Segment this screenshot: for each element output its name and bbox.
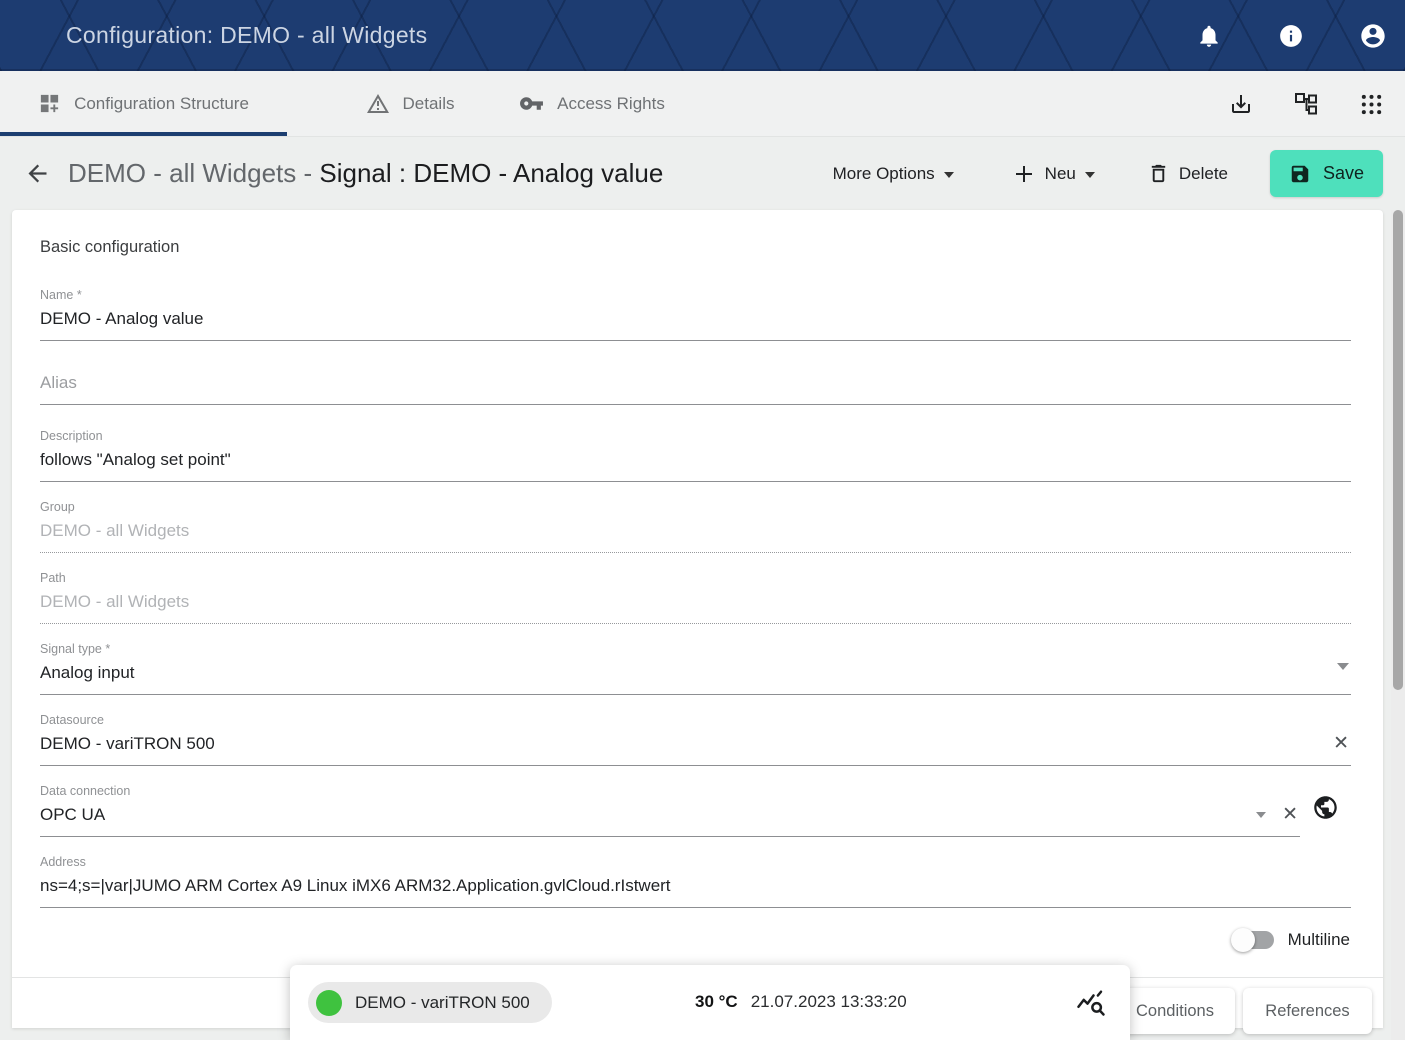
reading-timestamp: 21.07.2023 13:33:20 [751, 992, 907, 1012]
chevron-down-icon [1085, 172, 1095, 178]
configuration-form-card: Basic configuration Name * DEMO - Analog… [12, 210, 1383, 1028]
save-button[interactable]: Save [1270, 150, 1383, 197]
tab-configuration-structure[interactable]: Configuration Structure [0, 71, 287, 136]
tab-label: Access Rights [557, 94, 665, 114]
temperature-value: 30 °C [695, 992, 738, 1012]
breadcrumb-current: Signal : DEMO - Analog value [319, 158, 663, 188]
bell-icon[interactable] [1195, 22, 1223, 50]
description-field: Description follows "Analog set point" [40, 429, 1351, 482]
multiline-row: Multiline [1234, 930, 1350, 950]
section-title: Basic configuration [40, 238, 179, 257]
alias-input[interactable]: Alias [40, 373, 1351, 393]
conditions-button[interactable]: Conditions [1115, 988, 1235, 1034]
data-connection-select[interactable]: OPC UA [40, 805, 1300, 825]
info-icon[interactable] [1277, 22, 1305, 50]
back-arrow-icon[interactable] [22, 159, 52, 189]
page-title: DEMO - all Widgets - Signal : DEMO - Ana… [68, 158, 663, 189]
tab-label: Details [403, 94, 455, 114]
multiline-label: Multiline [1288, 930, 1350, 950]
address-field-label: Address [40, 855, 1351, 869]
delete-button[interactable]: Delete [1147, 162, 1228, 185]
scrollbar-thumb[interactable] [1393, 210, 1403, 690]
data-connection-field: Data connection OPC UA ✕ [40, 784, 1300, 837]
data-connection-field-label: Data connection [40, 784, 1300, 798]
query-stats-icon[interactable] [1076, 988, 1106, 1018]
trash-icon [1147, 162, 1170, 185]
signal-type-field: Signal type * Analog input [40, 642, 1351, 695]
signal-type-select[interactable]: Analog input [40, 663, 1351, 683]
more-options-button[interactable]: More Options [833, 164, 954, 184]
clear-x-icon[interactable]: ✕ [1282, 805, 1298, 824]
path-field-label: Path [40, 571, 1351, 585]
app-header-actions [1195, 0, 1387, 71]
path-field: Path DEMO - all Widgets [40, 571, 1351, 624]
save-button-label: Save [1323, 163, 1364, 184]
name-input[interactable]: DEMO - Analog value [40, 309, 1351, 329]
description-input[interactable]: follows "Analog set point" [40, 450, 1351, 470]
chevron-down-icon [944, 172, 954, 178]
tab-bar-actions [1227, 71, 1385, 137]
hierarchy-icon[interactable] [1292, 90, 1320, 118]
status-dot [316, 990, 342, 1016]
address-input[interactable]: ns=4;s=|var|JUMO ARM Cortex A9 Linux iMX… [40, 876, 1351, 896]
save-floppy-icon [1289, 163, 1311, 185]
multiline-toggle[interactable] [1234, 931, 1274, 949]
toggle-knob [1231, 928, 1255, 952]
alias-field: Alias [40, 373, 1351, 405]
description-field-label: Description [40, 429, 1351, 443]
clear-x-icon[interactable]: ✕ [1333, 734, 1349, 753]
key-icon [519, 91, 544, 116]
name-field-label: Name * [40, 288, 1351, 302]
group-field: Group DEMO - all Widgets [40, 500, 1351, 553]
device-status-chip[interactable]: DEMO - variTRON 500 [308, 982, 552, 1023]
signal-type-field-label: Signal type * [40, 642, 1351, 656]
dashboard-customize-icon [38, 92, 61, 115]
dropdown-caret-icon[interactable] [1337, 663, 1349, 670]
device-name: DEMO - variTRON 500 [355, 993, 530, 1013]
app-title: Configuration: DEMO - all Widgets [66, 22, 427, 49]
tab-access-rights[interactable]: Access Rights [517, 71, 667, 136]
tab-bar: Configuration Structure Details Access R… [0, 71, 1405, 137]
device-status-popup: DEMO - variTRON 500 30 °C 21.07.2023 13:… [290, 965, 1130, 1040]
group-input: DEMO - all Widgets [40, 521, 1351, 541]
datasource-field: Datasource DEMO - variTRON 500 ✕ [40, 713, 1351, 766]
tab-details[interactable]: Details [345, 71, 475, 136]
account-icon[interactable] [1359, 22, 1387, 50]
title-row: DEMO - all Widgets - Signal : DEMO - Ana… [0, 137, 1405, 210]
globe-icon[interactable] [1312, 794, 1339, 821]
download-icon[interactable] [1227, 90, 1255, 118]
warning-triangle-icon [366, 92, 390, 116]
app-header: Configuration: DEMO - all Widgets [0, 0, 1405, 71]
tab-label: Configuration Structure [74, 94, 249, 114]
group-field-label: Group [40, 500, 1351, 514]
more-options-label: More Options [833, 164, 935, 184]
new-button[interactable]: Neu [1012, 162, 1095, 186]
address-field: Address ns=4;s=|var|JUMO ARM Cortex A9 L… [40, 855, 1351, 908]
datasource-field-label: Datasource [40, 713, 1351, 727]
path-input: DEMO - all Widgets [40, 592, 1351, 612]
breadcrumb-prefix: DEMO - all Widgets - [68, 158, 319, 188]
device-reading: 30 °C 21.07.2023 13:33:20 [695, 992, 907, 1012]
plus-icon [1012, 162, 1036, 186]
references-button[interactable]: References [1243, 988, 1372, 1034]
dropdown-caret-icon[interactable] [1256, 812, 1266, 818]
vertical-scrollbar[interactable] [1391, 210, 1405, 1040]
name-field: Name * DEMO - Analog value [40, 288, 1351, 341]
title-actions: More Options Neu Delete Save [833, 137, 1383, 210]
new-button-label: Neu [1045, 164, 1076, 184]
apps-grid-icon[interactable] [1357, 90, 1385, 118]
datasource-select[interactable]: DEMO - variTRON 500 [40, 734, 1351, 754]
delete-button-label: Delete [1179, 164, 1228, 184]
